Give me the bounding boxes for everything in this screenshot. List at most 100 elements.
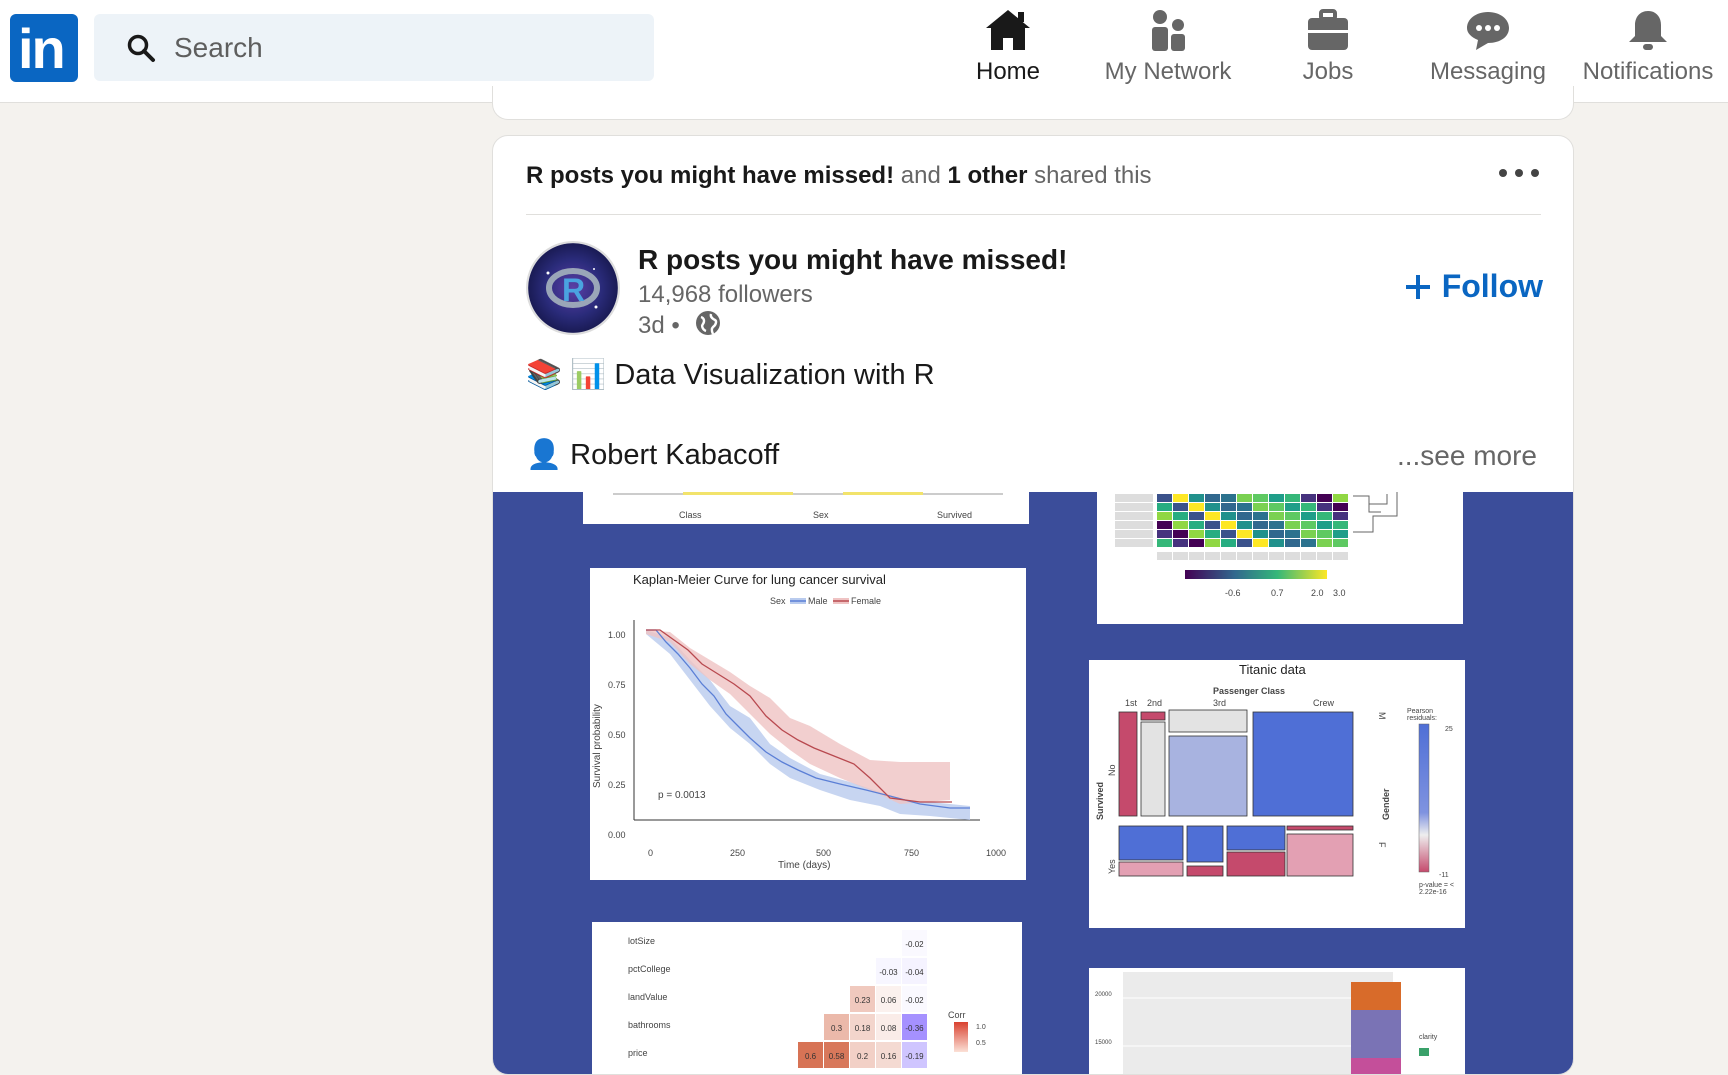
nav-notifications[interactable]: Notifications	[1568, 0, 1728, 100]
post-image[interactable]: Class Sex Survived -0.6 0.7 2.0 3.0 Kapl…	[493, 492, 1573, 1074]
heatmap-panel: -0.6 0.7 2.0 3.0	[1097, 492, 1463, 624]
heatmap-cell	[1269, 494, 1284, 502]
km-xtick-3: 500	[816, 848, 832, 858]
heatmap-cell	[1221, 539, 1236, 547]
heatmap-cell	[1285, 539, 1300, 547]
heatmap-cell	[1237, 503, 1252, 511]
shared-by-name-2[interactable]: 1 other	[947, 162, 1027, 189]
heatmap-cell	[1237, 539, 1252, 547]
nav-messaging[interactable]: Messaging	[1408, 0, 1568, 100]
heatmap-col-label-bg	[1333, 552, 1348, 560]
r-logo-icon: R	[546, 268, 600, 309]
shared-by-name-1[interactable]: R posts you might have missed!	[526, 162, 894, 189]
heatmap-cell	[1317, 539, 1332, 547]
plus-icon	[1405, 274, 1430, 299]
heatmap-cell	[1173, 521, 1188, 529]
post-title-text: Data Visualization with R	[614, 359, 935, 391]
corr-legend-title: Corr	[948, 1010, 966, 1020]
corr-cell-value: -0.03	[879, 968, 898, 977]
post-author-text: Robert Kabacoff	[570, 439, 780, 471]
heatmap-cell	[1237, 512, 1252, 520]
header-divider	[526, 214, 1541, 215]
globe-icon	[696, 311, 720, 335]
heatmap-cell	[1333, 539, 1348, 547]
shared-and: and	[894, 162, 948, 189]
search-bar[interactable]	[94, 14, 654, 81]
page-name[interactable]: R posts you might have missed!	[638, 244, 1067, 276]
heatmap-cell	[1253, 521, 1268, 529]
correlation-grid: -0.02-0.03 -0.040.23 0.06 -0.020.3 0.18 0.08-…	[798, 930, 968, 1068]
heatmap-cell	[1157, 512, 1172, 520]
km-xtick-4: 750	[904, 848, 920, 858]
nav-home[interactable]: Home	[928, 0, 1088, 100]
heatmap-cell	[1285, 494, 1300, 502]
heatmap-cell	[1301, 494, 1316, 502]
linkedin-logo[interactable]: in	[10, 14, 78, 82]
heatmap-cell	[1173, 539, 1188, 547]
titanic-mosaic-panel: Titanic data Passenger Class 1st 2nd 3rd…	[1089, 660, 1465, 928]
heatmap-cell	[1333, 512, 1348, 520]
km-xlabel: Time (days)	[778, 860, 831, 871]
heatmap-cell	[1157, 521, 1172, 529]
heatmap-col-label-bg	[1237, 552, 1252, 560]
heatmap-cell	[1253, 530, 1268, 538]
heatmap-cell	[1285, 512, 1300, 520]
titanic-legend-max: 25	[1445, 726, 1453, 733]
heatmap-col-label-bg	[1317, 552, 1332, 560]
heatmap-legend-tick-3: 2.0	[1311, 588, 1324, 598]
page-avatar[interactable]: R	[526, 241, 620, 335]
more-options-icon[interactable]	[1495, 158, 1543, 188]
heatmap-col-label-bg	[1253, 552, 1268, 560]
heatmap-col-label-bg	[1221, 552, 1236, 560]
heatmap-cell	[1269, 530, 1284, 538]
nav-jobs[interactable]: Jobs	[1248, 0, 1408, 100]
follow-button[interactable]: Follow	[1404, 268, 1543, 305]
heatmap-cell	[1237, 530, 1252, 538]
heatmap-cell	[1173, 512, 1188, 520]
titanic-tile	[1168, 709, 1248, 733]
heatmap-cell	[1333, 521, 1348, 529]
corr-cell-value: 0.08	[881, 1024, 897, 1033]
heatmap-legend-tick-2: 0.7	[1271, 588, 1284, 598]
search-icon	[127, 34, 155, 62]
logo-text: in	[18, 17, 66, 80]
heatmap-cell	[1189, 521, 1204, 529]
corr-cell-value: 0.06	[881, 996, 897, 1005]
heatmap-cell	[1189, 494, 1204, 502]
heatmap-row-label-bg	[1115, 521, 1153, 529]
titanic-tile	[1226, 851, 1286, 877]
heatmap-cell	[1253, 512, 1268, 520]
follower-count: 14,968 followers	[638, 281, 813, 308]
nav-jobs-label: Jobs	[1302, 58, 1354, 85]
nav-home-label: Home	[975, 58, 1041, 85]
heatmap-cell	[1333, 503, 1348, 511]
previous-post-card	[492, 86, 1574, 120]
nav-my-network[interactable]: My Network	[1088, 0, 1248, 100]
km-xtick-2: 250	[730, 848, 746, 858]
see-more-link[interactable]: ...see more	[1397, 440, 1537, 472]
nav-my-network-label: My Network	[1104, 58, 1232, 85]
corr-cell-value: 0.23	[855, 996, 871, 1005]
search-input[interactable]	[174, 14, 624, 81]
heatmap-cell	[1221, 512, 1236, 520]
corr-legend-tick-1: 1.0	[976, 1024, 986, 1031]
titanic-tile	[1252, 711, 1354, 817]
heatmap-cell	[1205, 512, 1220, 520]
heatmap-cell	[1221, 494, 1236, 502]
svg-text:R: R	[562, 272, 585, 308]
heatmap-col-label-bg	[1205, 552, 1220, 560]
km-xtick-1: 0	[648, 848, 654, 858]
heatmap-cell	[1189, 503, 1204, 511]
corr-cell-value: -0.36	[905, 1024, 924, 1033]
heatmap-col-label-bg	[1285, 552, 1300, 560]
km-xtick-5: 1000	[986, 848, 1007, 858]
tick-survived: Survived	[937, 510, 973, 520]
partial-bar-chart-panel: Class Sex Survived	[583, 492, 1029, 524]
titanic-tile	[1286, 825, 1354, 831]
chat-icon	[1467, 12, 1509, 50]
heatmap-cell	[1205, 494, 1220, 502]
heatmap-row-label-bg	[1115, 530, 1153, 538]
heatmap-cell	[1173, 503, 1188, 511]
heatmap-cell	[1221, 530, 1236, 538]
nav-notifications-label: Notifications	[1582, 58, 1714, 85]
